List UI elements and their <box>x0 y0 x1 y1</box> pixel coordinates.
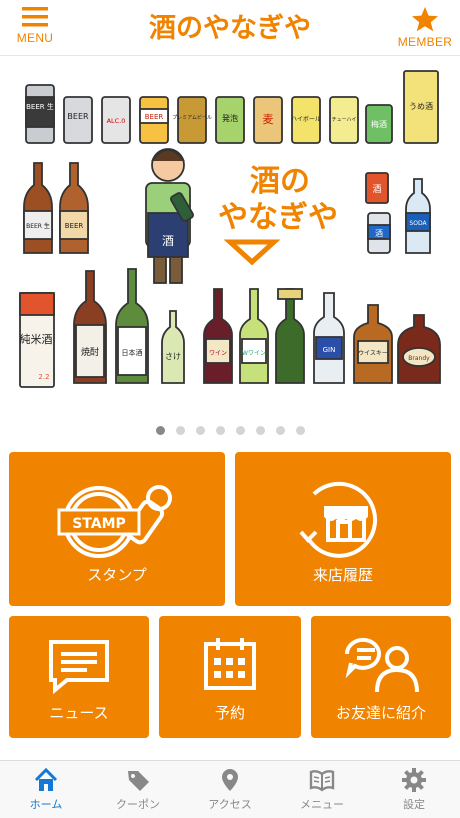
member-label: MEMBER <box>397 35 453 49</box>
svg-text:BEER: BEER <box>67 112 89 121</box>
app-header: MENU 酒のやなぎや MEMBER <box>0 0 460 56</box>
promo-banner[interactable]: BEER 生 BEER ALC.0 BEER プレミアムビール 発泡 麦 ハイボ… <box>0 57 460 417</box>
svg-text:焼酎: 焼酎 <box>81 346 99 358</box>
visit-history-tile[interactable]: 来店履歴 <box>235 452 451 606</box>
svg-text:プレミアムビール: プレミアムビール <box>172 114 212 121</box>
tab-access-label: アクセス <box>208 798 252 811</box>
svg-text:うめ酒: うめ酒 <box>409 102 433 111</box>
svg-text:BEER 生: BEER 生 <box>26 222 50 230</box>
svg-text:Brandy: Brandy <box>408 355 430 362</box>
tab-menu[interactable]: メニュー <box>276 761 368 818</box>
stamp-icon: STAMP <box>57 485 172 558</box>
carousel-dot-7[interactable] <box>275 426 285 435</box>
svg-text:BEER: BEER <box>145 113 164 121</box>
svg-text:発泡: 発泡 <box>222 113 238 123</box>
home-icon <box>34 767 58 791</box>
drinks-illustration: BEER 生 BEER ALC.0 BEER プレミアムビール 発泡 麦 ハイボ… <box>19 70 441 388</box>
news-tile[interactable]: ニュース <box>9 616 149 738</box>
carousel-dot-5[interactable] <box>235 426 245 435</box>
invite-friend-icon <box>344 637 419 693</box>
svg-text:BEER: BEER <box>65 222 84 230</box>
gear-icon <box>402 768 426 792</box>
invite-friend-tile-label: お友達に紹介 <box>335 704 426 722</box>
calendar-icon <box>204 638 256 690</box>
tab-coupon-label: クーポン <box>116 798 160 811</box>
row3-bottles: 純米酒 2.2 焼酎 日本酒 さけ ワイン Wワイン GIN ウイスキー Bra… <box>19 268 441 388</box>
carousel-dot-3[interactable] <box>195 426 205 435</box>
svg-text:梅酒: 梅酒 <box>371 119 387 129</box>
carousel-dot-6[interactable] <box>255 426 265 435</box>
svg-text:GIN: GIN <box>323 346 336 354</box>
carousel-dot-2[interactable] <box>175 426 185 435</box>
tab-access[interactable]: アクセス <box>184 761 276 818</box>
svg-text:チューハイ: チューハイ <box>332 117 357 123</box>
tab-settings[interactable]: 設定 <box>368 761 460 818</box>
shop-mascot: 酒 <box>145 148 194 284</box>
menu-label: MENU <box>16 31 54 45</box>
svg-text:酒: 酒 <box>372 184 381 195</box>
svg-text:ALC.0: ALC.0 <box>107 117 126 125</box>
svg-text:BEER 生: BEER 生 <box>26 102 54 111</box>
row1-cans: BEER 生 BEER ALC.0 BEER プレミアムビール 発泡 麦 ハイボ… <box>25 70 439 144</box>
coupon-tag-icon <box>128 771 149 791</box>
banner-logo: 酒の やなぎや <box>218 164 338 266</box>
member-button[interactable]: MEMBER <box>390 6 460 52</box>
svg-text:酒: 酒 <box>375 229 383 238</box>
tab-coupon[interactable]: クーポン <box>92 761 184 818</box>
svg-text:さけ: さけ <box>165 352 181 361</box>
bottom-tab-bar: ホーム クーポン アクセス メニュー 設定 <box>0 760 460 818</box>
svg-text:麦: 麦 <box>263 113 274 126</box>
storefront-history-icon <box>299 481 378 558</box>
svg-text:STAMP: STAMP <box>72 516 126 532</box>
tab-menu-label: メニュー <box>300 798 344 811</box>
news-chat-icon <box>49 640 109 695</box>
svg-text:ハイボール: ハイボール <box>291 115 321 123</box>
menu-book-icon <box>309 770 335 792</box>
svg-text:酒: 酒 <box>162 234 174 248</box>
carousel-pagination <box>0 426 460 438</box>
svg-text:日本酒: 日本酒 <box>122 348 143 357</box>
tab-home-label: ホーム <box>29 798 63 811</box>
svg-text:SODA: SODA <box>409 220 427 227</box>
reservation-tile-label: 予約 <box>214 704 245 722</box>
svg-text:酒のやなぎや: 酒のやなぎや <box>149 13 311 44</box>
svg-text:ワイン: ワイン <box>209 350 227 357</box>
carousel-dot-8[interactable] <box>295 426 305 435</box>
invite-friend-tile[interactable]: お友達に紹介 <box>311 616 451 738</box>
svg-text:Wワイン: Wワイン <box>242 350 266 357</box>
svg-text:純米酒: 純米酒 <box>20 333 53 346</box>
shop-logo: 酒のやなぎや <box>149 13 311 44</box>
svg-text:2.2: 2.2 <box>38 373 49 381</box>
visit-history-tile-label: 来店履歴 <box>312 566 373 584</box>
hamburger-icon <box>22 7 48 27</box>
star-icon <box>412 7 438 32</box>
svg-text:やなぎや: やなぎや <box>218 200 338 235</box>
carousel-dot-4[interactable] <box>215 426 225 435</box>
tab-settings-label: 設定 <box>403 798 425 811</box>
map-pin-icon <box>222 769 238 791</box>
reservation-tile[interactable]: 予約 <box>159 616 301 738</box>
stamp-tile[interactable]: STAMP スタンプ <box>9 452 225 606</box>
stamp-tile-label: スタンプ <box>87 566 147 584</box>
menu-button[interactable]: MENU <box>0 6 70 52</box>
carousel-dot-1[interactable] <box>155 426 165 435</box>
news-tile-label: ニュース <box>49 704 109 722</box>
svg-text:酒の: 酒の <box>250 164 310 199</box>
svg-text:ウイスキー: ウイスキー <box>358 349 388 357</box>
tab-home[interactable]: ホーム <box>0 761 92 818</box>
